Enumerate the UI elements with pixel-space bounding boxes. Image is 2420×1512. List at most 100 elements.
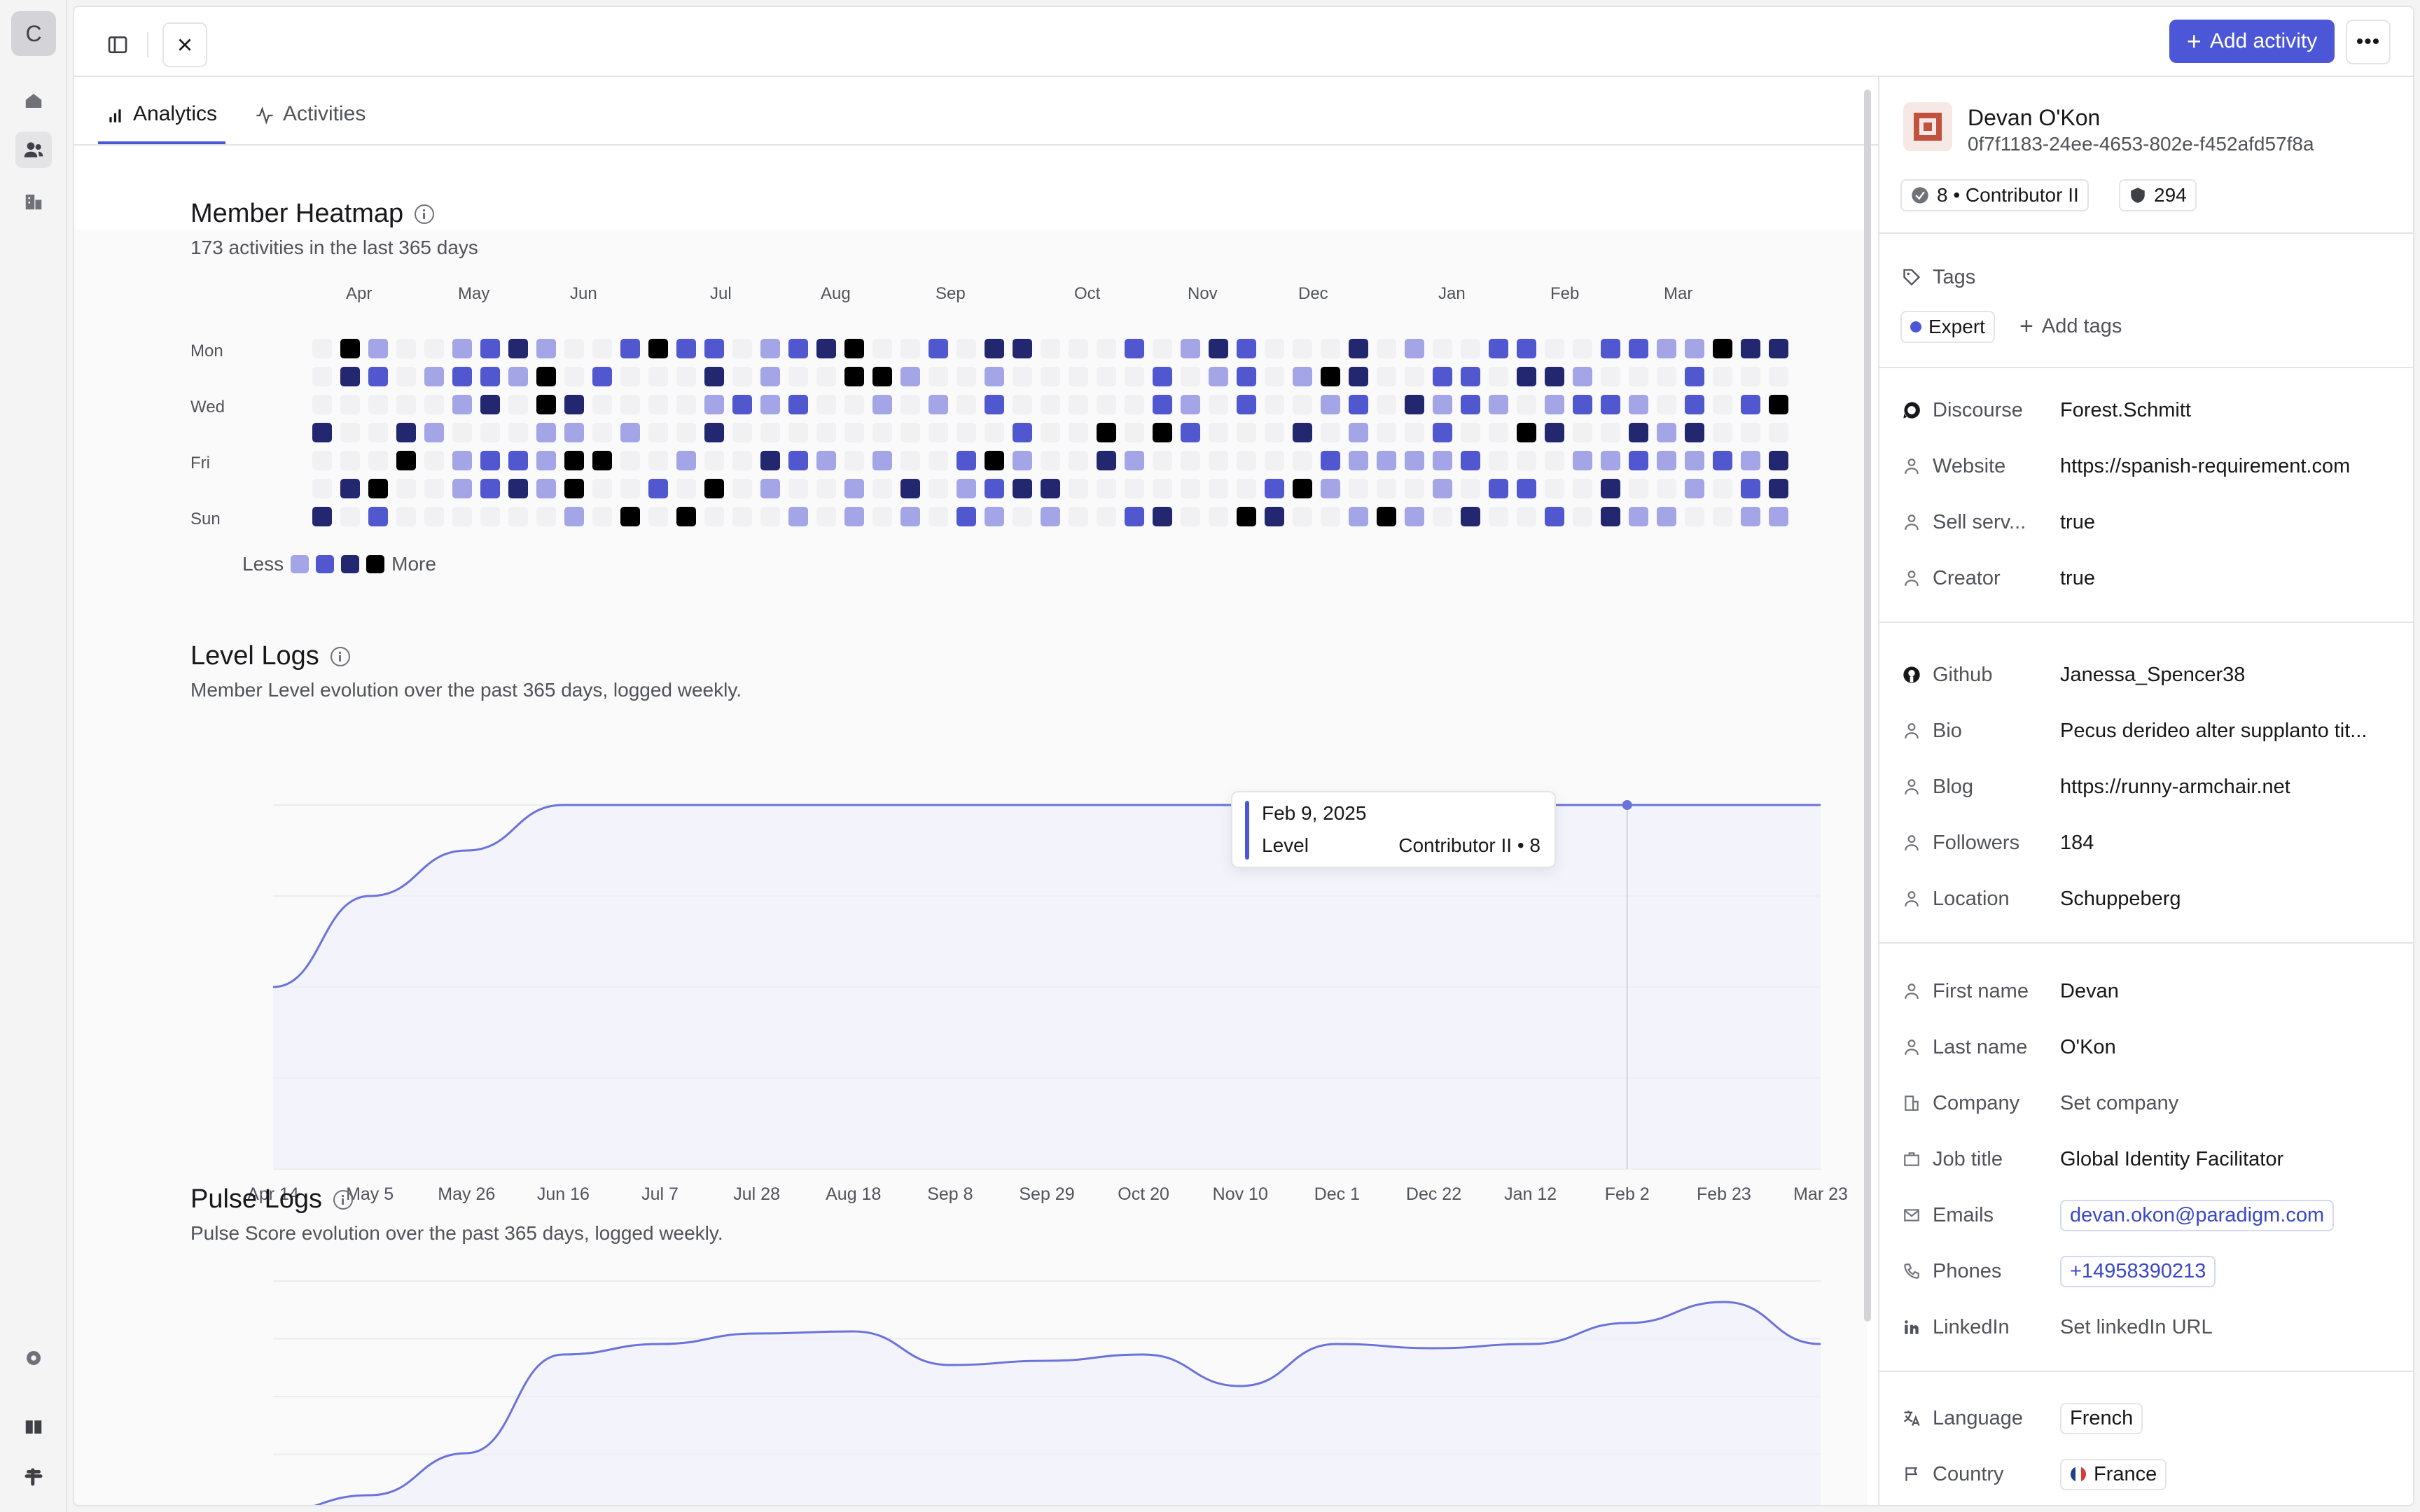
heatmap-cell <box>929 367 948 386</box>
heatmap-cell <box>648 423 668 442</box>
attr-value[interactable]: Forest.Schmitt <box>2060 399 2191 422</box>
heatmap-cell <box>1069 451 1088 470</box>
home-icon[interactable] <box>15 83 52 119</box>
heatmap-cell <box>1713 423 1732 442</box>
attr-job-title: Job title Global Identity Facilitator <box>1900 1138 2405 1180</box>
organizations-icon[interactable] <box>15 183 52 220</box>
tab-activities[interactable]: Activities <box>246 97 374 144</box>
attr-value[interactable]: Janessa_Spencer38 <box>2060 664 2245 687</box>
heatmap-cell <box>1041 451 1060 470</box>
heatmap-month-label: Feb <box>1550 284 1580 303</box>
heatmap-cell <box>816 479 836 498</box>
tag-expert[interactable]: Expert <box>1900 311 1995 343</box>
heatmap-cell <box>872 479 892 498</box>
attr-value[interactable]: Pecus derideo alter supplanto tit... <box>2060 720 2367 743</box>
attr-sell-services: Sell serv... true <box>1900 501 2405 543</box>
tab-bar: Analytics Activities <box>74 77 1878 146</box>
add-tags-button[interactable]: + Add tags <box>2019 305 2230 347</box>
attr-value[interactable]: Set company <box>2060 1092 2178 1115</box>
members-icon[interactable] <box>15 132 52 168</box>
heatmap-cell <box>788 451 808 470</box>
attr-value[interactable]: Schuppeberg <box>2060 888 2181 911</box>
heatmap-cell <box>1153 507 1172 526</box>
heatmap-cell <box>1013 339 1032 358</box>
attr-value[interactable]: O'Kon <box>2060 1036 2116 1059</box>
add-activity-label: Add activity <box>2209 29 2318 52</box>
info-icon[interactable] <box>415 204 435 224</box>
heatmap-cell <box>424 479 444 498</box>
level-logs-subtitle: Member Level evolution over the past 365… <box>190 679 742 701</box>
france-flag-icon <box>2071 1466 2086 1482</box>
heatmap-cell <box>452 507 472 526</box>
heatmap-cell <box>396 423 416 442</box>
heatmap-cell <box>592 339 612 358</box>
tags-label: Tags <box>1933 265 1976 288</box>
heatmap-cell <box>564 339 584 358</box>
close-icon[interactable] <box>162 22 207 67</box>
heatmap-cell <box>1741 479 1760 498</box>
heatmap-cell <box>1601 395 1620 414</box>
heatmap-cell <box>1069 395 1088 414</box>
add-activity-button[interactable]: + Add activity <box>2169 20 2335 63</box>
attr-value[interactable]: true <box>2060 511 2095 534</box>
heatmap-cell <box>1041 479 1060 498</box>
heatmap-cell <box>1433 423 1452 442</box>
heatmap-cell <box>676 367 696 386</box>
heatmap-cell <box>452 479 472 498</box>
level-logs-chart[interactable]: Apr 14 May 5 May 26 Jun 16 Jul 7 Jul 28 Aug 18… <box>74 707 1867 1225</box>
person-icon <box>1900 888 1923 910</box>
email-pill[interactable]: devan.okon@paradigm.com <box>2060 1199 2335 1231</box>
building-icon <box>1900 1092 1923 1114</box>
settings-icon[interactable] <box>15 1340 52 1376</box>
attr-blog: Blog https://runny-armchair.net <box>1900 766 2405 808</box>
heatmap-cell <box>900 507 920 526</box>
attr-value[interactable]: https://spanish-requirement.com <box>2060 455 2350 478</box>
heatmap-cell <box>648 479 668 498</box>
attr-value[interactable]: Global Identity Facilitator <box>2060 1148 2283 1171</box>
heatmap-cell <box>1657 367 1676 386</box>
person-icon <box>1900 511 1923 533</box>
tab-analytics[interactable]: Analytics <box>98 97 226 144</box>
heatmap-cell <box>1069 367 1088 386</box>
heatmap-cell <box>424 395 444 414</box>
country-pill[interactable]: France <box>2060 1458 2167 1490</box>
heatmap-cell <box>1545 395 1564 414</box>
heatmap-cell <box>1489 479 1508 498</box>
heatmap-cell <box>1209 479 1228 498</box>
level-badge[interactable]: 8 • Contributor II <box>1900 179 2089 211</box>
tags-header: Tags <box>1900 256 2405 298</box>
heatmap-cell <box>760 367 780 386</box>
attr-value[interactable]: true <box>2060 567 2095 590</box>
info-icon[interactable] <box>330 646 350 666</box>
x-tick-label: Jun 16 <box>537 1184 590 1204</box>
heatmap-cell <box>760 395 780 414</box>
info-icon[interactable] <box>333 1189 354 1210</box>
heatmap-cell <box>1041 395 1060 414</box>
pulse-logs-chart[interactable] <box>74 1260 1867 1506</box>
language-pill[interactable]: French <box>2060 1402 2143 1434</box>
more-options-icon[interactable]: ••• <box>2346 20 2391 64</box>
heatmap-cell <box>1517 479 1536 498</box>
x-tick-label: Dec 22 <box>1406 1184 1461 1204</box>
heatmap-cell <box>1293 395 1312 414</box>
tag-dot-icon <box>1910 321 1921 332</box>
docs-icon[interactable] <box>15 1408 52 1445</box>
attr-value[interactable]: Devan <box>2060 980 2119 1003</box>
heatmap-grid <box>312 339 1788 526</box>
phone-pill[interactable]: +14958390213 <box>2060 1255 2216 1287</box>
workspace-avatar[interactable]: C <box>11 11 56 56</box>
sidebar-toggle-icon[interactable] <box>95 22 140 67</box>
heatmap-cell <box>368 423 388 442</box>
attr-value[interactable]: Set linkedIn URL <box>2060 1316 2213 1339</box>
level-logs-title-text: Level Logs <box>190 641 319 671</box>
heatmap-cell <box>1377 479 1396 498</box>
attr-value[interactable]: https://runny-armchair.net <box>2060 776 2290 799</box>
attr-github: Github Janessa_Spencer38 <box>1900 654 2405 696</box>
heatmap-cell <box>1489 395 1508 414</box>
slack-icon[interactable] <box>15 1459 52 1495</box>
attr-value[interactable]: 184 <box>2060 832 2094 855</box>
score-badge[interactable]: 294 <box>2119 179 2197 211</box>
x-tick-label: May 26 <box>438 1184 495 1204</box>
scrollbar[interactable] <box>1864 90 1871 1322</box>
heatmap-cell <box>1153 395 1172 414</box>
